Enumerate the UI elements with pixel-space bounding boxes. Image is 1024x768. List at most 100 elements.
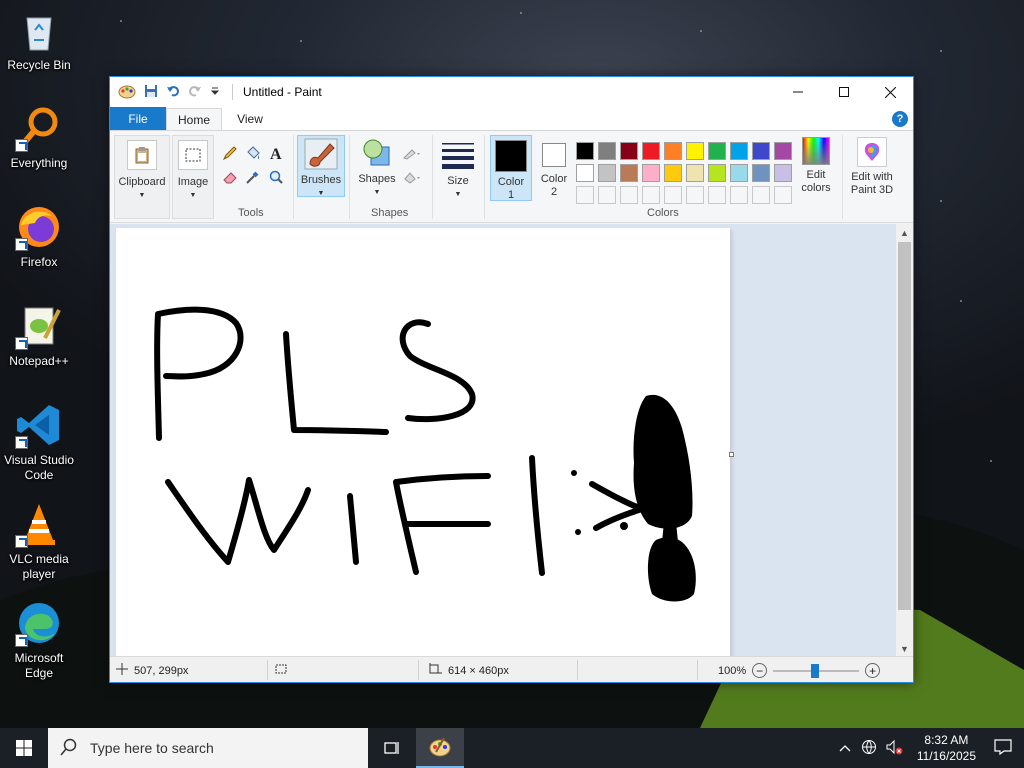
status-separator — [577, 660, 578, 680]
start-button[interactable] — [0, 728, 48, 768]
taskbar-search-box[interactable]: Type here to search — [48, 728, 368, 768]
zoom-out-icon[interactable]: − — [752, 663, 768, 678]
color1-button[interactable]: Color 1 — [490, 135, 532, 201]
clipboard-button[interactable]: Clipboard ▼ — [114, 135, 170, 219]
fill-icon[interactable] — [400, 167, 424, 187]
desktop-icon-everything[interactable]: Everything — [2, 104, 76, 171]
paint-app-icon[interactable] — [118, 83, 136, 102]
brushes-button[interactable]: Brushes ▼ — [297, 135, 345, 197]
palette-custom-swatch[interactable] — [664, 186, 682, 204]
palette-custom-swatch[interactable] — [730, 186, 748, 204]
edit-paint3d-button[interactable]: Edit with Paint 3D — [846, 135, 898, 201]
edit-colors-button[interactable]: Edit colors — [796, 135, 836, 201]
color2-button[interactable]: Color 2 — [534, 135, 574, 201]
palette-custom-swatch[interactable] — [576, 186, 594, 204]
desktop-icon-edge[interactable]: Microsoft Edge — [2, 599, 76, 681]
color-picker-icon[interactable] — [243, 167, 263, 187]
zoom-slider-thumb[interactable] — [811, 663, 820, 678]
palette-custom-swatch[interactable] — [708, 186, 726, 204]
outline-icon[interactable] — [400, 143, 424, 163]
palette-color-swatch[interactable] — [708, 164, 726, 182]
palette-color-swatch[interactable] — [598, 164, 616, 182]
minimize-button[interactable] — [775, 77, 821, 107]
clock-time: 8:32 AM — [924, 733, 969, 747]
close-button[interactable] — [867, 77, 913, 107]
save-icon[interactable] — [144, 84, 158, 101]
magnifier-icon[interactable] — [266, 167, 286, 187]
show-hidden-icons-icon[interactable] — [833, 741, 857, 755]
desktop-icon-firefox[interactable]: Firefox — [2, 203, 76, 270]
palette-color-swatch[interactable] — [686, 142, 704, 160]
dot — [575, 529, 581, 535]
palette-color-swatch[interactable] — [664, 164, 682, 182]
dot — [620, 522, 628, 530]
tab-file[interactable]: File — [110, 107, 166, 130]
zoom-in-icon[interactable]: + — [865, 663, 881, 678]
customize-qat-icon[interactable] — [210, 85, 220, 99]
fill-bucket-icon[interactable] — [243, 143, 263, 163]
help-icon[interactable]: ? — [892, 111, 908, 127]
dot — [571, 470, 577, 476]
palette-color-swatch[interactable] — [598, 142, 616, 160]
desktop-icon-notepadpp[interactable]: Notepad++ — [2, 302, 76, 369]
desktop-icon-vscode[interactable]: Visual Studio Code — [2, 401, 76, 483]
redo-icon[interactable] — [188, 84, 202, 101]
image-button[interactable]: Image ▼ — [172, 135, 214, 219]
size-button[interactable]: Size ▼ — [438, 135, 478, 198]
scroll-down-icon[interactable]: ▼ — [896, 640, 913, 657]
stroke-letter-p — [154, 306, 244, 441]
palette-custom-swatch[interactable] — [620, 186, 638, 204]
palette-custom-swatch[interactable] — [752, 186, 770, 204]
palette-color-swatch[interactable] — [576, 142, 594, 160]
pencil-icon[interactable] — [220, 143, 240, 163]
palette-color-swatch[interactable] — [774, 164, 792, 182]
paint-window: Untitled - Paint File Home View ? Clipbo… — [109, 76, 914, 683]
task-view-button[interactable] — [368, 728, 416, 768]
scroll-up-icon[interactable]: ▲ — [896, 224, 913, 241]
palette-color-swatch[interactable] — [576, 164, 594, 182]
palette-custom-swatch[interactable] — [774, 186, 792, 204]
palette-custom-swatch[interactable] — [598, 186, 616, 204]
stroke-letter-w — [165, 477, 311, 565]
volume-muted-icon[interactable] — [881, 739, 907, 758]
undo-icon[interactable] — [166, 84, 180, 101]
drawing-canvas[interactable] — [116, 228, 730, 657]
taskbar-app-paint[interactable] — [416, 728, 464, 768]
shapes-icon — [361, 137, 393, 169]
crosshair-icon — [116, 663, 128, 678]
scrollbar-thumb[interactable] — [898, 242, 911, 610]
tab-home[interactable]: Home — [166, 108, 222, 130]
palette-color-swatch[interactable] — [730, 142, 748, 160]
palette-color-swatch[interactable] — [642, 142, 660, 160]
zoom-slider[interactable] — [773, 663, 860, 678]
maximize-button[interactable] — [821, 77, 867, 107]
palette-color-swatch[interactable] — [730, 164, 748, 182]
palette-color-swatch[interactable] — [752, 164, 770, 182]
desktop-icon-vlc[interactable]: VLC media player — [2, 500, 76, 582]
palette-color-swatch[interactable] — [620, 164, 638, 182]
palette-color-swatch[interactable] — [664, 142, 682, 160]
eraser-icon[interactable] — [220, 167, 240, 187]
clock[interactable]: 8:32 AM 11/16/2025 — [907, 732, 986, 764]
palette-custom-swatch[interactable] — [642, 186, 660, 204]
action-center-icon[interactable] — [986, 738, 1024, 758]
size-label: Size — [447, 175, 469, 187]
palette-color-swatch[interactable] — [708, 142, 726, 160]
chevron-down-icon: ▼ — [189, 192, 197, 199]
palette-custom-swatch[interactable] — [686, 186, 704, 204]
title-bar[interactable]: Untitled - Paint — [110, 77, 913, 107]
palette-color-swatch[interactable] — [752, 142, 770, 160]
palette-color-swatch[interactable] — [642, 164, 660, 182]
desktop-icon-recycle-bin[interactable]: Recycle Bin — [2, 6, 76, 73]
text-tool-icon[interactable]: A — [266, 143, 286, 163]
tab-view[interactable]: View — [222, 107, 278, 130]
network-icon[interactable] — [857, 739, 881, 758]
palette-color-swatch[interactable] — [774, 142, 792, 160]
palette-color-swatch[interactable] — [686, 164, 704, 182]
svg-text:A: A — [270, 146, 282, 161]
shapes-button[interactable]: Shapes ▼ — [355, 135, 399, 197]
palette-color-swatch[interactable] — [620, 142, 638, 160]
canvas-resize-handle-right[interactable] — [729, 452, 734, 457]
vertical-scrollbar[interactable]: ▲ ▼ — [896, 224, 913, 657]
star — [940, 50, 942, 52]
